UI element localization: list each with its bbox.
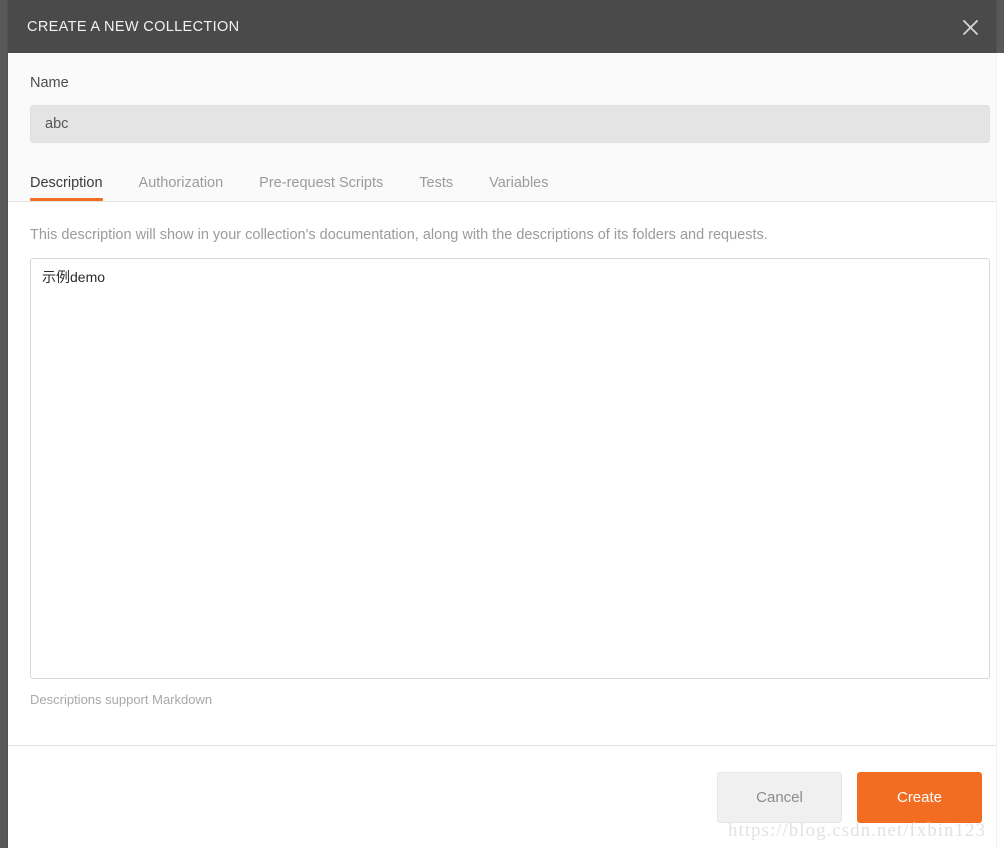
cancel-button[interactable]: Cancel — [717, 771, 842, 823]
tab-variables[interactable]: Variables — [489, 175, 548, 201]
dialog-title: CREATE A NEW COLLECTION — [27, 18, 240, 35]
dialog-footer: Cancel Create — [8, 745, 996, 848]
description-tab-panel: This description will show in your colle… — [8, 202, 996, 709]
background-right-header-strip — [996, 0, 1004, 53]
collection-name-input[interactable] — [30, 105, 990, 143]
create-collection-dialog: CREATE A NEW COLLECTION Name Description… — [8, 0, 996, 848]
markdown-support-note: Descriptions support Markdown — [30, 692, 213, 707]
tab-authorization[interactable]: Authorization — [139, 175, 224, 201]
tab-description-label: Description — [30, 175, 103, 191]
background-left-panel-strip — [0, 0, 8, 848]
name-label: Name — [30, 75, 69, 91]
tab-tests[interactable]: Tests — [419, 175, 453, 201]
description-textarea[interactable] — [30, 258, 990, 679]
dialog-header: CREATE A NEW COLLECTION — [8, 0, 996, 53]
description-hint-text: This description will show in your colle… — [30, 227, 768, 243]
tab-variables-label: Variables — [489, 175, 549, 191]
dialog-tabs: Description Authorization Pre-request Sc… — [8, 163, 996, 201]
background-right-panel-strip — [996, 0, 1004, 848]
dialog-upper-section: Name Description Authorization Pre-reque… — [8, 53, 996, 202]
tab-authorization-label: Authorization — [138, 175, 224, 191]
tab-description[interactable]: Description — [30, 175, 103, 201]
close-icon[interactable] — [954, 11, 986, 43]
tab-tests-label: Tests — [419, 175, 454, 191]
create-button[interactable]: Create — [857, 771, 982, 823]
tab-pre-request-scripts-label: Pre-request Scripts — [259, 175, 384, 191]
tab-pre-request-scripts[interactable]: Pre-request Scripts — [259, 175, 383, 201]
